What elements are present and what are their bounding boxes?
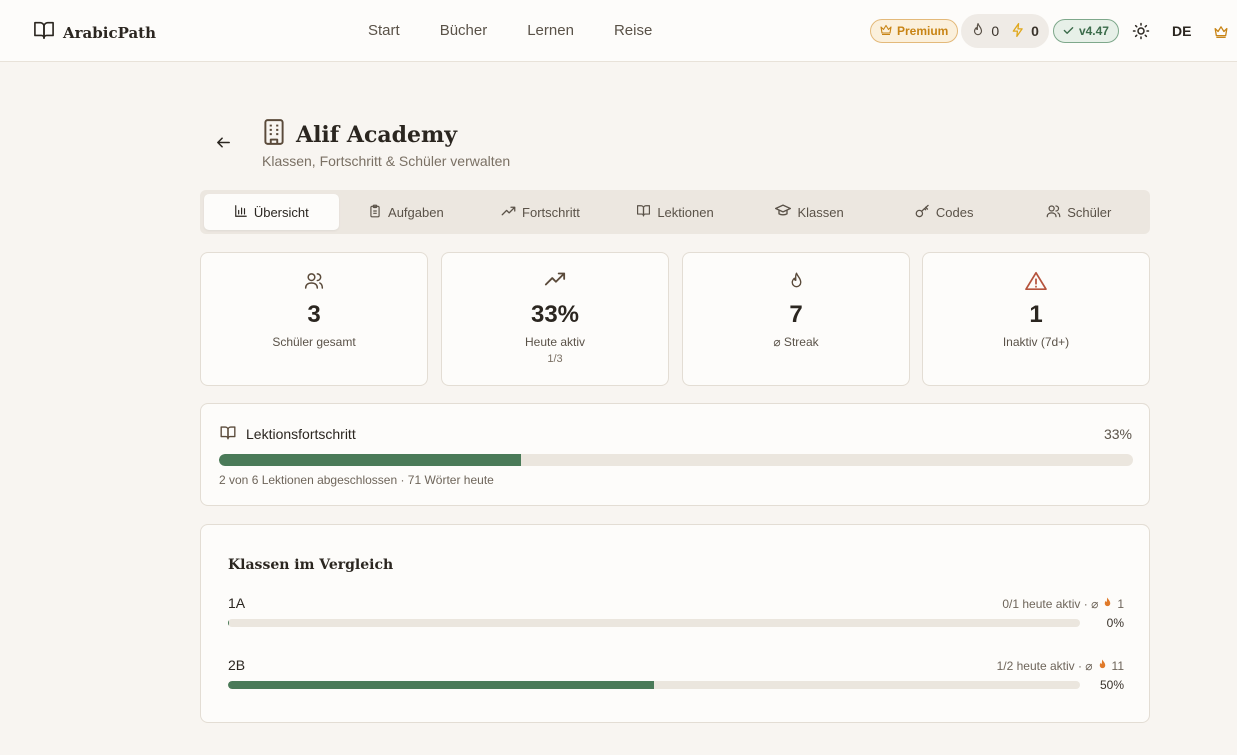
lesson-progress-fill	[219, 454, 521, 466]
graduation-cap-icon	[775, 204, 792, 220]
lesson-progress-note: 2 von 6 Lektionen abgeschlossen · 71 Wör…	[219, 473, 494, 487]
alert-triangle-icon	[1025, 271, 1047, 296]
language-switcher[interactable]: DE	[1172, 23, 1191, 39]
tab-label: Aufgaben	[388, 204, 444, 220]
class-streak: 1	[1117, 597, 1124, 611]
brand-logo[interactable]: ArabicPath	[33, 20, 156, 45]
stat-card-active-today: 33% Heute aktiv 1/3	[441, 252, 669, 386]
tab-label: Fortschritt	[522, 204, 580, 220]
trending-up-icon	[544, 271, 566, 292]
version-label: v4.47	[1078, 24, 1109, 38]
class-progress-bar	[228, 619, 1080, 627]
brand-name: ArabicPath	[63, 23, 157, 42]
flame-icon	[1097, 658, 1108, 674]
top-navigation-bar: ArabicPath Start Bücher Lernen Reise Pre…	[0, 0, 1237, 62]
class-meta-text: 0/1 heute aktiv · ⌀	[1002, 597, 1099, 611]
stat-value: 1	[1029, 301, 1043, 328]
clipboard-icon	[368, 204, 382, 221]
class-name: 1A	[228, 595, 246, 611]
page-header: Alif Academy	[261, 118, 457, 151]
class-meta: 0/1 heute aktiv · ⌀ 1	[1002, 596, 1124, 612]
toolbar-right: Premium 0 0 v4.47 DE	[870, 14, 1228, 48]
lightning-icon	[1011, 22, 1025, 41]
stat-label: Schüler gesamt	[272, 335, 356, 349]
version-badge: v4.47	[1052, 19, 1119, 43]
class-percent: 0%	[1106, 616, 1124, 630]
stat-value: 7	[789, 301, 803, 328]
stat-sub: 1/3	[547, 353, 563, 365]
users-icon	[1046, 204, 1061, 221]
tab-progress[interactable]: Fortschritt	[473, 194, 608, 230]
trending-up-icon	[501, 205, 516, 220]
tab-students[interactable]: Schüler	[1011, 194, 1146, 230]
tab-classes[interactable]: Klassen	[742, 194, 877, 230]
bar-chart-icon	[234, 204, 248, 221]
class-streak: 11	[1111, 659, 1124, 673]
crown-icon[interactable]	[1214, 25, 1228, 38]
class-row-1a: 1A 0/1 heute aktiv · ⌀ 1 0%	[228, 595, 1124, 645]
class-meta: 1/2 heute aktiv · ⌀ 11	[997, 658, 1124, 674]
class-percent: 50%	[1099, 678, 1124, 692]
tab-overview[interactable]: Übersicht	[204, 194, 339, 230]
streak-count: 0	[991, 23, 1000, 39]
key-icon	[915, 204, 930, 221]
tab-label: Klassen	[797, 204, 844, 220]
tab-label: Codes	[935, 204, 974, 220]
class-progress-fill	[228, 619, 230, 627]
stat-card-students: 3 Schüler gesamt	[200, 252, 428, 386]
main-nav: Start Bücher Lernen Reise	[368, 22, 652, 39]
xp-count: 0	[1031, 23, 1039, 39]
premium-label: Premium	[897, 24, 949, 38]
stat-label: Heute aktiv	[524, 335, 586, 349]
book-open-icon	[33, 20, 55, 45]
crown-icon	[880, 24, 892, 38]
tab-assignments[interactable]: Aufgaben	[339, 194, 474, 230]
tab-label: Lektionen	[657, 204, 714, 220]
stat-label: ⌀ Streak	[773, 335, 819, 349]
class-comparison-card: Klassen im Vergleich 1A 0/1 heute aktiv …	[200, 524, 1150, 723]
class-progress-bar	[228, 681, 1080, 689]
book-open-icon	[219, 425, 237, 443]
tab-codes[interactable]: Codes	[877, 194, 1012, 230]
lesson-progress-title: Lektionsfortschritt	[246, 426, 356, 442]
flame-icon	[1102, 596, 1113, 612]
tab-label: Schüler	[1067, 204, 1112, 220]
class-progress-fill	[228, 681, 654, 689]
class-row-2b: 2B 1/2 heute aktiv · ⌀ 11 50%	[228, 657, 1124, 707]
nav-learn[interactable]: Lernen	[527, 22, 574, 39]
class-comparison-title: Klassen im Vergleich	[228, 557, 394, 573]
premium-badge[interactable]: Premium	[870, 19, 959, 43]
building-icon	[261, 118, 287, 151]
back-arrow-icon[interactable]	[215, 134, 232, 156]
lesson-progress-bar	[219, 454, 1133, 466]
stat-label: Inaktiv (7d+)	[1002, 335, 1070, 349]
flame-icon	[971, 22, 985, 41]
nav-journey[interactable]: Reise	[614, 22, 652, 39]
sun-icon[interactable]	[1132, 22, 1150, 40]
tab-lessons[interactable]: Lektionen	[608, 194, 743, 230]
user-stats-pill[interactable]: 0 0	[961, 14, 1049, 48]
flame-icon	[788, 271, 805, 296]
page-subtitle: Klassen, Fortschritt & Schüler verwalten	[262, 153, 511, 169]
class-meta-text: 1/2 heute aktiv · ⌀	[996, 659, 1093, 673]
tab-label: Übersicht	[253, 204, 309, 220]
tab-bar: Übersicht Aufgaben Fortschritt Lektionen…	[200, 190, 1150, 234]
check-icon	[1063, 24, 1074, 38]
stat-value: 33%	[530, 301, 580, 328]
stat-card-inactive: 1 Inaktiv (7d+)	[922, 252, 1150, 386]
stat-value: 3	[307, 301, 321, 328]
book-open-icon	[636, 204, 651, 220]
class-name: 2B	[228, 657, 246, 673]
page-title: Alif Academy	[296, 121, 458, 148]
nav-start[interactable]: Start	[368, 22, 400, 39]
lesson-progress-card: Lektionsfortschritt 33% 2 von 6 Lektione…	[200, 403, 1150, 506]
nav-books[interactable]: Bücher	[440, 22, 488, 39]
stat-card-streak: 7 ⌀ Streak	[682, 252, 910, 386]
lesson-progress-percent: 33%	[1103, 426, 1132, 442]
users-icon	[304, 271, 324, 295]
